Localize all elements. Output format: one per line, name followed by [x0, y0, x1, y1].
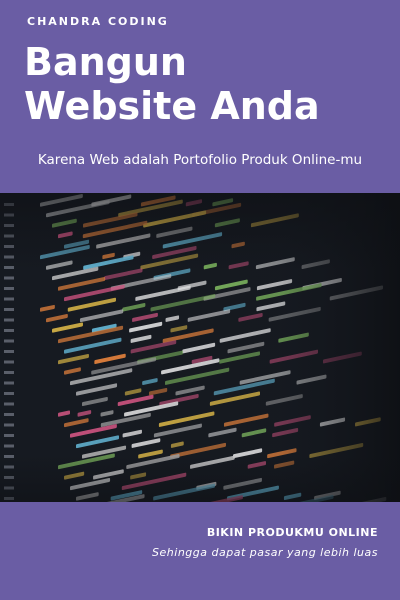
page-title: Bangun Website Anda	[24, 40, 320, 128]
header-band: CHANDRA CODING Bangun Website Anda Karen…	[0, 0, 400, 193]
tagline: Karena Web adalah Portofolio Produk Onli…	[37, 152, 363, 168]
brand-name: CHANDRA CODING	[27, 15, 169, 28]
code-screen-image	[0, 193, 400, 502]
title-line-2: Website Anda	[24, 84, 320, 128]
code-screen-photo	[0, 193, 400, 502]
footer-title: BIKIN PRODUKMU ONLINE	[206, 526, 378, 539]
title-line-1: Bangun	[24, 40, 187, 84]
footer-band: BIKIN PRODUKMU ONLINE Sehingga dapat pas…	[0, 502, 400, 600]
footer-subtitle: Sehingga dapat pasar yang lebih luas	[152, 546, 378, 559]
